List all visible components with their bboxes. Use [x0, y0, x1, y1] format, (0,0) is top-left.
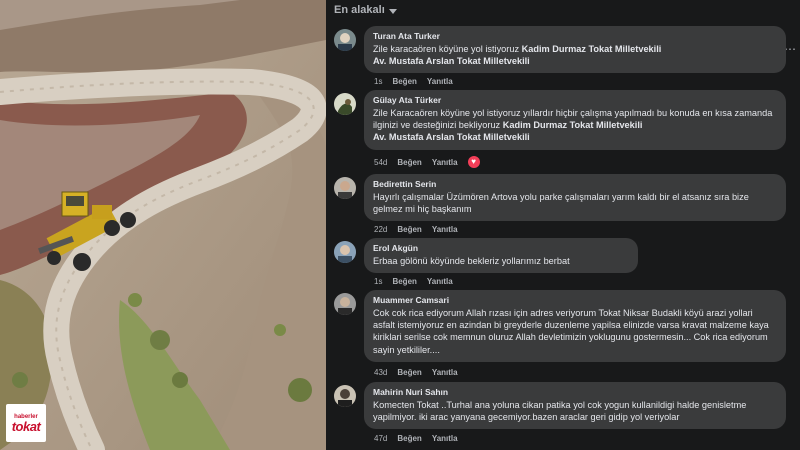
avatar[interactable]: [334, 93, 356, 115]
like-button[interactable]: Beğen: [392, 77, 416, 86]
road-grader-photo: haberler tokat: [0, 0, 326, 450]
reply-button[interactable]: Yanıtla: [427, 277, 453, 286]
sort-dropdown[interactable]: En alakalı: [334, 4, 397, 16]
mention-link[interactable]: Av. Mustafa Arslan Tokat Milletvekili: [373, 56, 530, 66]
comment-text: Zile karacaören köyüne yol istiyoruz Kad…: [373, 43, 777, 67]
sort-label: En alakalı: [334, 4, 385, 16]
comment-bubble: Mahirin Nuri Sahın Komecten Tokat ..Turh…: [364, 382, 786, 430]
comment-text: Zile Karacaören köyüne yol istiyoruz yıl…: [373, 107, 777, 144]
reply-button[interactable]: Yanıtla: [432, 434, 458, 443]
comments-panel: En alakalı ⋯ Turan Ata Turker Zile karac…: [326, 0, 800, 450]
like-button[interactable]: Beğen: [397, 434, 421, 443]
comment-actions: 1s Beğen Yanıtla: [374, 277, 453, 286]
caret-down-icon: [388, 8, 397, 14]
comment-text: Erbaa gölönü köyünde bekleriz yollarımız…: [373, 256, 570, 266]
like-button[interactable]: Beğen: [397, 225, 421, 234]
comment-time[interactable]: 54d: [374, 158, 387, 167]
comment-time[interactable]: 1s: [374, 277, 382, 286]
comment-bubble: Bedirettin Serin Hayırlı çalışmalar Üzüm…: [364, 174, 786, 222]
reply-button[interactable]: Yanıtla: [432, 225, 458, 234]
comment-bubble: Gülay Ata Türker Zile Karacaören köyüne …: [364, 90, 786, 150]
comment-author[interactable]: Gülay Ata Türker: [373, 95, 777, 105]
reply-button[interactable]: Yanıtla: [432, 158, 458, 167]
avatar[interactable]: [334, 177, 356, 199]
comment-time[interactable]: 43d: [374, 368, 387, 377]
comment-text: Cok cok rica ediyorum Allah rızası için …: [373, 308, 769, 355]
heart-reaction-icon[interactable]: ♥: [467, 156, 480, 168]
comment-time[interactable]: 22d: [374, 225, 387, 234]
comment-author[interactable]: Mahirin Nuri Sahın: [373, 387, 777, 397]
comment-actions: 54d Beğen Yanıtla ♥: [374, 156, 480, 168]
avatar[interactable]: [334, 29, 356, 51]
avatar[interactable]: [334, 385, 356, 407]
comment-author[interactable]: Erol Akgün: [373, 243, 629, 253]
comment-bubble: Muammer Camsari Cok cok rica ediyorum Al…: [364, 290, 786, 362]
like-button[interactable]: Beğen: [397, 368, 421, 377]
comment-actions: 43d Beğen Yanıtla: [374, 368, 458, 377]
landscape-image: [0, 0, 326, 450]
tokat-logo: haberler tokat: [6, 404, 46, 442]
comment-actions: 1s Beğen Yanıtla: [374, 77, 453, 86]
comment-actions: 22d Beğen Yanıtla: [374, 225, 458, 234]
reply-button[interactable]: Yanıtla: [427, 77, 453, 86]
avatar[interactable]: [334, 241, 356, 263]
avatar[interactable]: [334, 293, 356, 315]
comment-body: Zile karacaören köyüne yol istiyoruz: [373, 44, 520, 54]
mention-link[interactable]: Av. Mustafa Arslan Tokat Milletvekili: [373, 132, 530, 142]
like-button[interactable]: Beğen: [397, 158, 421, 167]
comment-text: Komecten Tokat ..Turhal ana yoluna cikan…: [373, 400, 747, 423]
like-button[interactable]: Beğen: [392, 277, 416, 286]
comment-author[interactable]: Muammer Camsari: [373, 295, 777, 305]
comment-bubble: Erol Akgün Erbaa gölönü köyünde bekleriz…: [364, 238, 638, 274]
mention-link[interactable]: Kadim Durmaz Tokat Milletvekili: [503, 120, 643, 130]
comment-author[interactable]: Turan Ata Turker: [373, 31, 777, 41]
comment-text: Hayırlı çalışmalar Üzümören Artova yolu …: [373, 192, 749, 215]
comment-actions: 47d Beğen Yanıtla: [374, 434, 458, 443]
comment-author[interactable]: Bedirettin Serin: [373, 179, 777, 189]
logo-main-text: tokat: [11, 418, 41, 434]
mention-link[interactable]: Kadim Durmaz Tokat Milletvekili: [522, 44, 662, 54]
comment-time[interactable]: 1s: [374, 77, 382, 86]
comment-time[interactable]: 47d: [374, 434, 387, 443]
reply-button[interactable]: Yanıtla: [432, 368, 458, 377]
comment-bubble: Turan Ata Turker Zile karacaören köyüne …: [364, 26, 786, 74]
